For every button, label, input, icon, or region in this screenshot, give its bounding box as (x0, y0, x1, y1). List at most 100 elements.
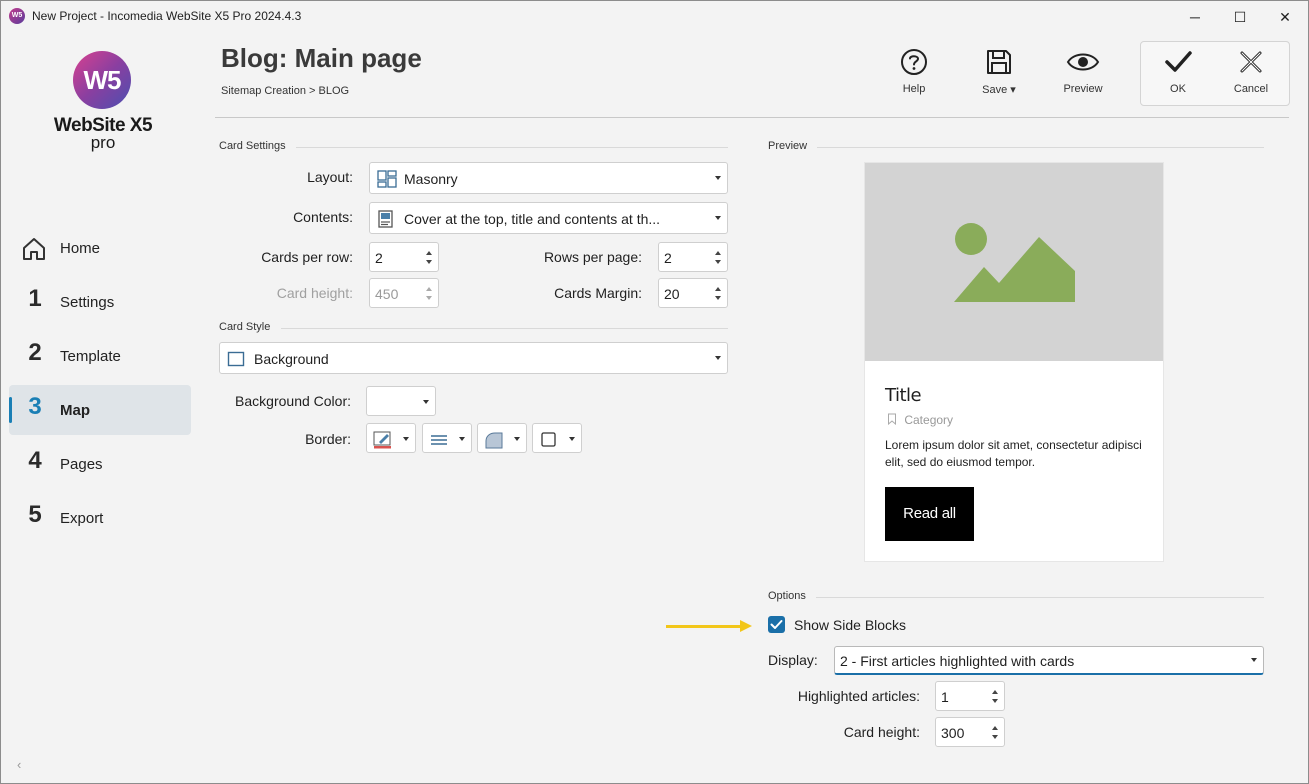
section-divider (817, 147, 1264, 148)
increment-icon[interactable] (426, 251, 432, 255)
collapse-sidebar-icon[interactable]: ‹ (17, 757, 21, 772)
sidebar-item-label: Export (60, 510, 104, 527)
preview-card-title: Title (885, 385, 922, 406)
decrement-icon[interactable] (715, 296, 721, 300)
sidebar-item-export[interactable]: 5 Export (9, 493, 191, 543)
chevron-down-icon (459, 437, 465, 441)
ok-button[interactable]: OK (1148, 47, 1208, 95)
cards-margin-value: 20 (664, 286, 680, 302)
step-number: 1 (28, 285, 42, 312)
corner-radius-button[interactable] (477, 423, 527, 453)
border-style-button[interactable] (422, 423, 472, 453)
card-style-value: Background (254, 351, 329, 367)
sidebar-item-map[interactable]: 3 Map (9, 385, 191, 435)
save-button[interactable]: Save ▾ (969, 47, 1029, 96)
masonry-layout-icon (377, 170, 397, 188)
maximize-button[interactable]: ☐ (1217, 1, 1263, 33)
close-window-button[interactable]: ✕ (1262, 1, 1308, 33)
preview-heading: Preview (768, 140, 808, 152)
background-color-picker[interactable] (366, 386, 436, 416)
decrement-icon[interactable] (992, 735, 998, 739)
border-label: Border: (305, 431, 351, 447)
shadow-button[interactable] (532, 423, 582, 453)
sidebar-item-settings[interactable]: 1 Settings (9, 277, 191, 327)
sidebar-item-label: Map (60, 402, 90, 419)
card-height-value: 450 (375, 286, 399, 302)
app-window: W5 New Project - Incomedia WebSite X5 Pr… (0, 0, 1309, 784)
chevron-down-icon (1251, 658, 1257, 662)
chevron-down-icon (423, 400, 429, 404)
preview-button[interactable]: Preview (1053, 47, 1113, 95)
logo-mark: W5 (73, 51, 131, 109)
sidebar-nav: Home 1 Settings 2 Template 3 Map 4 Pages… (9, 223, 191, 547)
decrement-icon (426, 296, 432, 300)
options-card-height-label: Card height: (843, 724, 920, 740)
options-heading: Options (768, 590, 806, 602)
cards-per-row-stepper[interactable]: 2 (369, 242, 439, 272)
window-title: New Project - Incomedia WebSite X5 Pro 2… (32, 9, 302, 23)
contents-value: Cover at the top, title and contents at … (404, 211, 661, 227)
minimize-button[interactable]: ─ (1172, 1, 1218, 33)
chevron-down-icon (715, 176, 721, 180)
increment-icon[interactable] (715, 287, 721, 291)
sidebar-item-pages[interactable]: 4 Pages (9, 439, 191, 489)
cards-per-row-label: Cards per row: (261, 249, 353, 265)
decrement-icon[interactable] (992, 699, 998, 703)
rows-per-page-label: Rows per page: (543, 249, 642, 265)
chevron-down-icon (403, 437, 409, 441)
show-side-blocks-label[interactable]: Show Side Blocks (794, 617, 906, 633)
sidebar-item-label: Settings (60, 294, 115, 311)
home-icon (23, 238, 45, 260)
save-label: Save ▾ (982, 84, 1016, 96)
save-icon (987, 50, 1011, 74)
checkmark-icon (1165, 51, 1192, 72)
step-number: 4 (28, 447, 42, 474)
title-bar: W5 New Project - Incomedia WebSite X5 Pr… (1, 1, 1308, 33)
increment-icon[interactable] (992, 726, 998, 730)
highlighted-articles-stepper[interactable]: 1 (935, 681, 1005, 711)
cancel-button[interactable]: Cancel (1221, 47, 1281, 95)
card-style-select[interactable]: Background (219, 342, 728, 374)
options-card-height-value: 300 (941, 725, 965, 741)
layout-select[interactable]: Masonry (369, 162, 728, 194)
display-select[interactable]: 2 - First articles highlighted with card… (834, 646, 1264, 675)
options-card-height-stepper[interactable]: 300 (935, 717, 1005, 747)
show-side-blocks-checkbox[interactable] (768, 616, 785, 633)
section-divider (281, 328, 728, 329)
preview-image (865, 163, 1163, 361)
decrement-icon[interactable] (715, 260, 721, 264)
section-divider (296, 147, 728, 148)
chevron-down-icon (715, 356, 721, 360)
highlighted-articles-value: 1 (941, 689, 949, 705)
sidebar-item-home[interactable]: Home (9, 223, 191, 273)
card-style-heading: Card Style (219, 321, 271, 333)
border-color-button[interactable] (366, 423, 416, 453)
card-contents-icon (378, 210, 393, 228)
sidebar-item-template[interactable]: 2 Template (9, 331, 191, 381)
layout-label: Layout: (307, 169, 353, 185)
help-button[interactable]: Help (884, 47, 944, 95)
rows-per-page-value: 2 (664, 250, 672, 266)
cards-margin-stepper[interactable]: 20 (658, 278, 728, 308)
image-placeholder-icon (954, 223, 1075, 302)
step-number: 5 (28, 501, 42, 528)
decrement-icon[interactable] (426, 260, 432, 264)
square-outline-icon (541, 432, 556, 447)
preview-card-category: Category (887, 413, 953, 427)
layout-value: Masonry (404, 171, 458, 187)
sidebar-item-label: Home (60, 240, 101, 257)
line-style-icon (431, 435, 447, 445)
checkmark-icon (770, 620, 783, 629)
increment-icon[interactable] (715, 251, 721, 255)
preview-card-text: Lorem ipsum dolor sit amet, consectetur … (885, 438, 1142, 469)
cancel-x-icon (1240, 51, 1262, 73)
step-number: 3 (28, 393, 42, 420)
increment-icon[interactable] (992, 690, 998, 694)
rows-per-page-stepper[interactable]: 2 (658, 242, 728, 272)
card-settings-heading: Card Settings (219, 140, 286, 152)
contents-select[interactable]: Cover at the top, title and contents at … (369, 202, 728, 234)
page-title: Blog: Main page (221, 43, 422, 73)
app-logo: W5 WebSite X5 pro (51, 51, 155, 153)
cancel-label: Cancel (1233, 83, 1269, 95)
chevron-down-icon (715, 216, 721, 220)
